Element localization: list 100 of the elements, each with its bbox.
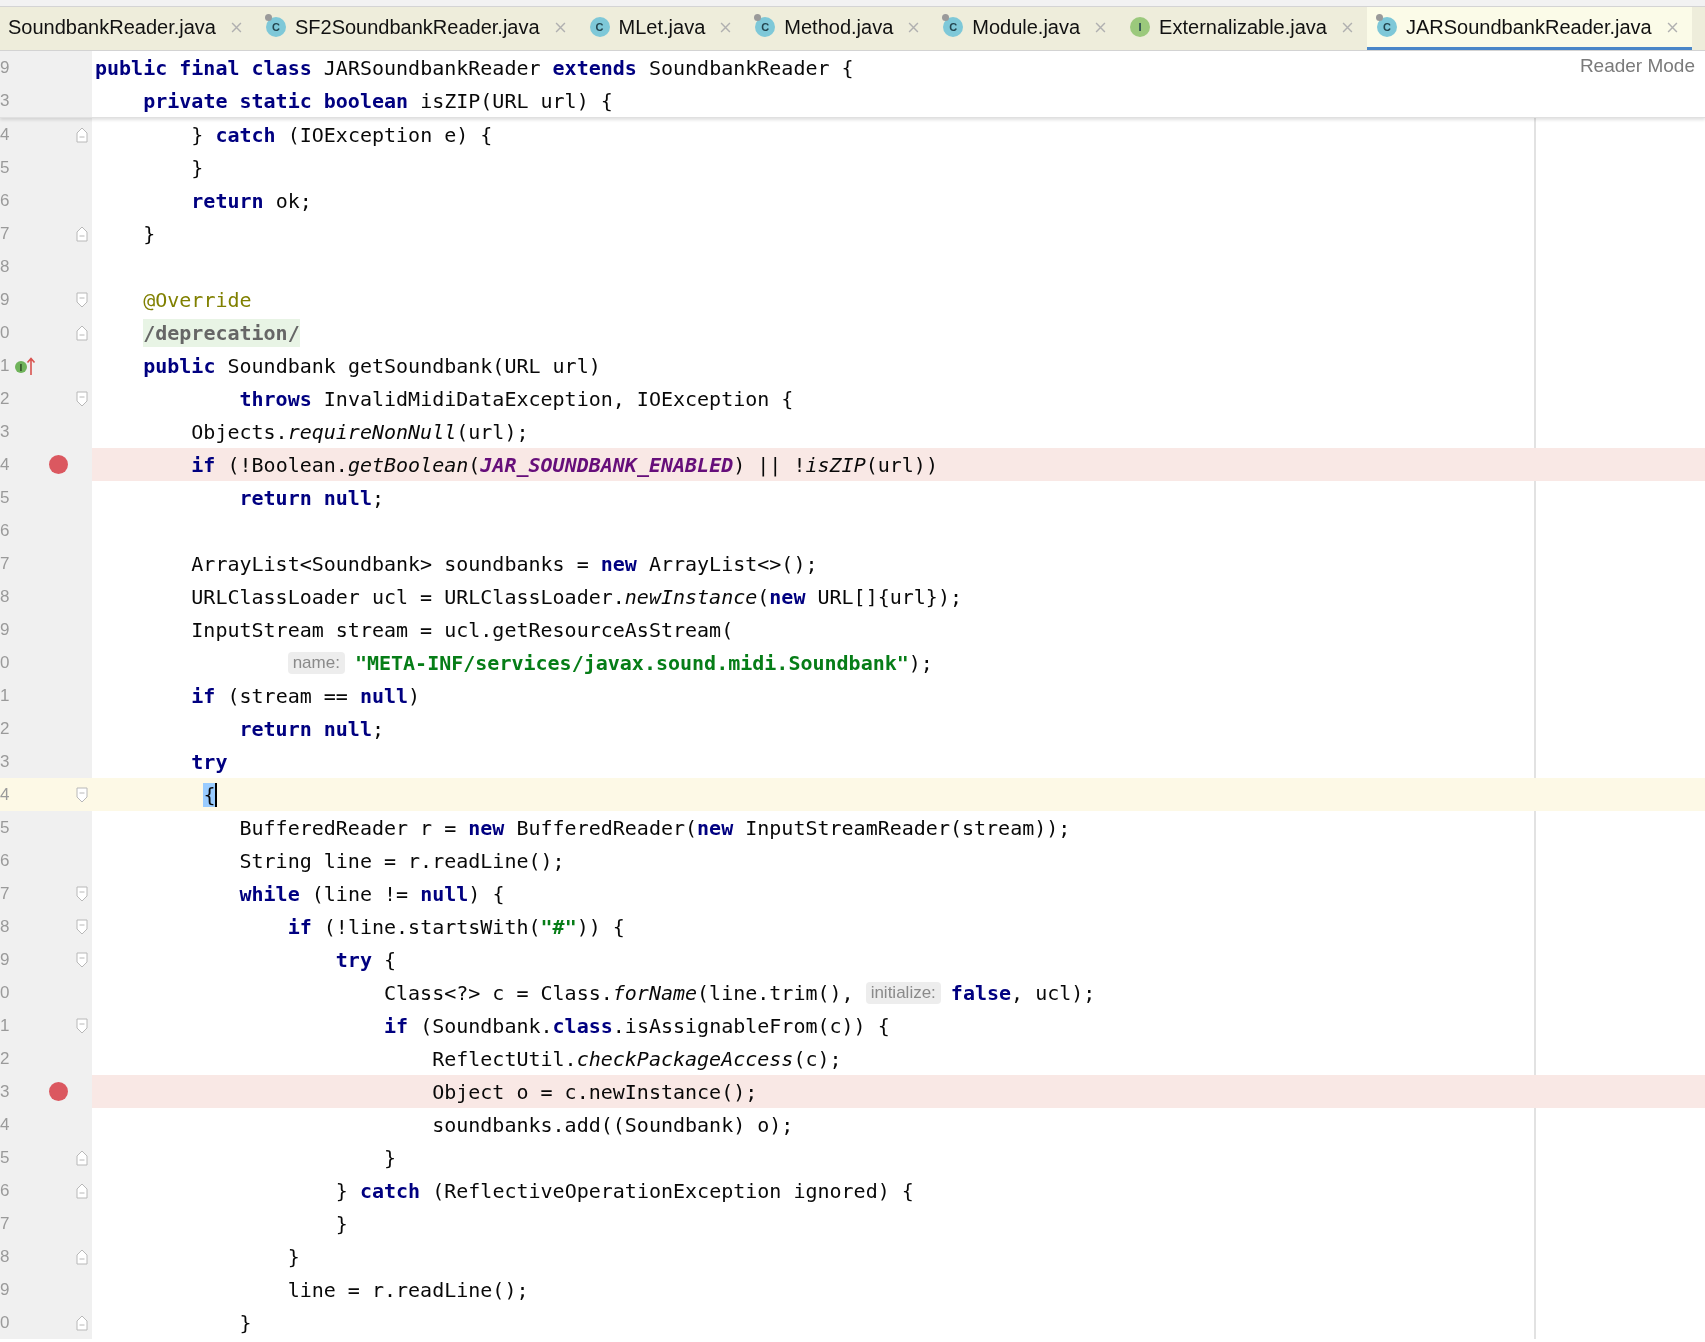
fold-icon[interactable] bbox=[76, 1017, 88, 1034]
code-text: } bbox=[143, 221, 156, 246]
code-text: ok; bbox=[275, 188, 312, 213]
code-text: ArrayList<Soundbank> soundbanks = new bbox=[191, 551, 637, 576]
line-number: 8 bbox=[0, 1246, 11, 1267]
close-icon[interactable] bbox=[908, 21, 920, 33]
line-number: 7 bbox=[0, 883, 11, 904]
line-number: 9 bbox=[0, 949, 11, 970]
editor-tab[interactable]: C MLet.java bbox=[579, 7, 746, 50]
code-text: ReflectUtil.checkPackageAccess(c); bbox=[432, 1046, 842, 1071]
code-text: return null; bbox=[239, 716, 384, 741]
code-text: if bbox=[191, 452, 216, 477]
code-text: if bbox=[287, 914, 312, 939]
code-text: String line = r.readLine(); bbox=[239, 848, 565, 873]
code-text: private static boolean bbox=[143, 88, 409, 113]
code-text: (!Boolean.getBoolean(JAR_SOUNDBANK_ENABLED) || !isZIP(url)) bbox=[227, 452, 938, 477]
close-icon[interactable] bbox=[1666, 21, 1678, 33]
line-number: 8 bbox=[0, 256, 11, 277]
code-text: } bbox=[239, 1310, 252, 1335]
matched-brace: { bbox=[203, 782, 216, 807]
line-number: 7 bbox=[0, 1213, 11, 1234]
code-text: return null; bbox=[239, 485, 384, 510]
fold-icon[interactable] bbox=[76, 126, 88, 143]
close-icon[interactable] bbox=[1342, 21, 1353, 33]
code-text: if bbox=[191, 683, 216, 708]
line-number: 8 bbox=[0, 916, 11, 937]
line-number: 3 bbox=[0, 90, 11, 111]
line-number: 3 bbox=[0, 1081, 11, 1102]
line-number: 4 bbox=[0, 124, 11, 145]
line-number: 9 bbox=[0, 1279, 11, 1300]
code-text: BufferedReader(new bbox=[516, 815, 734, 840]
code-text: URL[]{url}); bbox=[817, 584, 962, 609]
fold-icon[interactable] bbox=[76, 1149, 88, 1166]
fold-icon[interactable] bbox=[76, 225, 88, 242]
line-number: 5 bbox=[0, 487, 11, 508]
breakpoint-icon[interactable] bbox=[48, 455, 68, 474]
close-icon[interactable] bbox=[1095, 21, 1107, 33]
code-text: } bbox=[287, 1244, 300, 1269]
editor-tab[interactable]: C Method.java bbox=[745, 7, 934, 50]
line-number: 0 bbox=[0, 1312, 11, 1333]
close-icon[interactable] bbox=[230, 21, 242, 33]
fold-icon[interactable] bbox=[76, 324, 88, 341]
code-text: (line != null) { bbox=[311, 881, 505, 906]
line-number: 8 bbox=[0, 586, 11, 607]
line-number: 9 bbox=[0, 289, 11, 310]
fold-icon[interactable] bbox=[76, 291, 88, 308]
folded-code[interactable]: /deprecation/ bbox=[143, 318, 300, 347]
close-icon[interactable] bbox=[554, 21, 566, 33]
line-number: 9 bbox=[0, 619, 11, 640]
line-number: 5 bbox=[0, 1147, 11, 1168]
parameter-hint: initialize: bbox=[865, 981, 941, 1004]
fold-icon[interactable] bbox=[76, 951, 88, 968]
code-text: (!line.startsWith("#")) { bbox=[323, 914, 625, 939]
code-text: InputStreamReader(stream)); bbox=[745, 815, 1071, 840]
fold-icon[interactable] bbox=[76, 918, 88, 935]
editor-tab[interactable]: SoundbankReader.java bbox=[0, 7, 256, 50]
code-text: Object o = c.newInstance(); bbox=[432, 1079, 758, 1104]
file-type-icon: I bbox=[1130, 17, 1151, 37]
code-text: "META-INF/services/javax.sound.midi.Soundbank"); bbox=[354, 650, 933, 675]
code-text: soundbanks.add((Soundbank) o); bbox=[432, 1112, 794, 1137]
line-number: 5 bbox=[0, 817, 11, 838]
code-text: } catch bbox=[191, 122, 276, 147]
line-number: 4 bbox=[0, 1114, 11, 1135]
code-text: URLClassLoader ucl = URLClassLoader.newInstance(new bbox=[191, 584, 806, 609]
line-number: 7 bbox=[0, 553, 11, 574]
code-text: (stream == null) bbox=[227, 683, 421, 708]
code-text: @Override bbox=[143, 287, 252, 312]
fold-icon[interactable] bbox=[76, 786, 88, 803]
code-text: false, ucl); bbox=[950, 980, 1096, 1005]
breakpoint-icon[interactable] bbox=[48, 1082, 68, 1101]
code-text: (Soundbank.class.isAssignableFrom(c)) { bbox=[420, 1013, 890, 1038]
line-number: 2 bbox=[0, 1048, 11, 1069]
code-text: SoundbankReader { bbox=[648, 55, 854, 80]
line-number: 5 bbox=[0, 157, 11, 178]
code-text: isZIP(URL url) { bbox=[420, 88, 613, 113]
line-number: 0 bbox=[0, 322, 11, 343]
code-text: InvalidMidiDataException, IOException { bbox=[323, 386, 794, 411]
fold-icon[interactable] bbox=[76, 1314, 88, 1331]
code-text: return bbox=[191, 188, 264, 213]
editor-tab[interactable]: C SF2SoundbankReader.java bbox=[255, 7, 580, 50]
fold-icon[interactable] bbox=[76, 1182, 88, 1199]
line-number: 4 bbox=[0, 454, 11, 475]
code-text: { bbox=[384, 947, 397, 972]
editor-tab[interactable]: I Externalizable.java bbox=[1120, 7, 1367, 50]
code-text: try bbox=[191, 749, 228, 774]
fold-icon[interactable] bbox=[76, 390, 88, 407]
parameter-hint: name: bbox=[287, 651, 345, 674]
reader-mode-link[interactable]: Reader Mode bbox=[1579, 55, 1695, 77]
close-icon[interactable] bbox=[720, 21, 732, 33]
line-number: 1 bbox=[0, 1015, 11, 1036]
code-text: } bbox=[335, 1211, 348, 1236]
code-text: Objects.requireNonNull(url); bbox=[191, 419, 529, 444]
editor-tab[interactable]: C JARSoundbankReader.java bbox=[1367, 7, 1692, 50]
fold-icon[interactable] bbox=[76, 885, 88, 902]
fold-icon[interactable] bbox=[76, 1248, 88, 1265]
code-text: BufferedReader r = new bbox=[239, 815, 505, 840]
code-text: public final class bbox=[95, 55, 312, 80]
editor-tab[interactable]: C Module.java bbox=[933, 7, 1121, 50]
line-number: 0 bbox=[0, 982, 11, 1003]
line-number: 6 bbox=[0, 520, 11, 541]
